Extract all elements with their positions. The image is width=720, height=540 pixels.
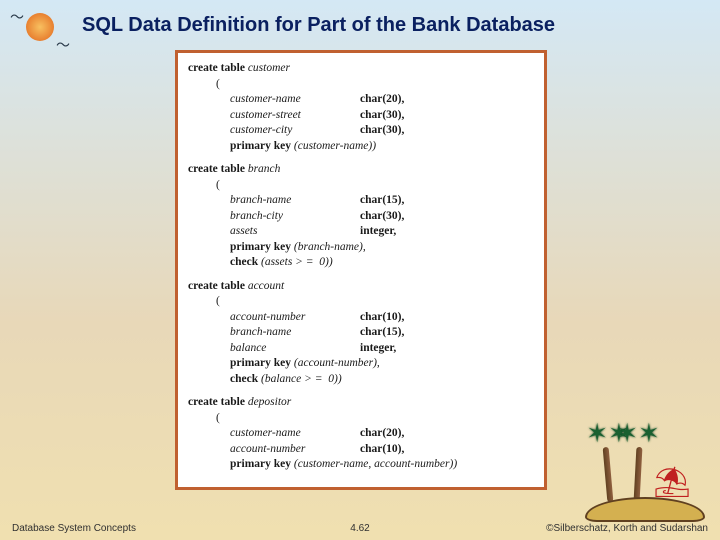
check-clause: check (balance > = 0)) [188,372,534,388]
column-type: char(30), [360,209,404,225]
column-type: char(10), [360,442,404,458]
keyword: check [230,373,261,385]
open-paren: ( [188,178,534,194]
clause-arg: (customer-name, account-number)) [294,458,457,470]
keyword: create table [188,280,248,292]
column-type: char(20), [360,426,404,442]
column-definition: balanceinteger, [188,341,534,357]
island-icon [585,497,705,522]
column-type: char(20), [360,92,404,108]
primary-key-clause: primary key (branch-name), [188,240,534,256]
open-paren: ( [188,77,534,93]
check-clause: check (assets > = 0)) [188,255,534,271]
clause-arg: (assets > = 0)) [261,256,333,268]
create-table-header: create table account [188,279,534,295]
primary-key-clause: primary key (account-number), [188,356,534,372]
column-type: integer, [360,341,396,357]
column-definition: branch-namechar(15), [188,193,534,209]
footer-left: Database System Concepts [12,523,244,534]
clause-arg: (branch-name), [294,241,366,253]
column-name: account-number [230,310,360,326]
footer-copyright: ©Silberschatz, Korth and Sudarshan [476,523,708,534]
open-paren: ( [188,411,534,427]
column-type: char(30), [360,108,404,124]
umbrella-icon: ⛱ [653,465,691,500]
column-definition: account-numberchar(10), [188,310,534,326]
column-name: balance [230,341,360,357]
bird-icon: 〜 [56,35,70,55]
keyword: create table [188,62,248,74]
primary-key-clause: primary key (customer-name)) [188,139,534,155]
table-name: customer [248,62,290,74]
column-type: integer, [360,224,396,240]
column-definition: customer-namechar(20), [188,426,534,442]
keyword: create table [188,163,248,175]
create-table-block: create table customer(customer-namechar(… [188,61,534,154]
slide-footer: Database System Concepts 4.62 ©Silbersch… [0,523,720,534]
keyword: primary key [230,458,294,470]
column-definition: customer-namechar(20), [188,92,534,108]
palm-decoration: ✶✶ ✶✶ ⛱ [575,412,705,522]
column-name: customer-name [230,426,360,442]
footer-page-number: 4.62 [244,523,476,534]
column-definition: assetsinteger, [188,224,534,240]
create-table-block: create table account(account-numberchar(… [188,279,534,388]
create-table-header: create table depositor [188,395,534,411]
create-table-header: create table customer [188,61,534,77]
column-name: branch-name [230,325,360,341]
column-definition: account-numberchar(10), [188,442,534,458]
column-definition: branch-citychar(30), [188,209,534,225]
sql-code-block: create table customer(customer-namechar(… [175,50,547,490]
corner-decoration: 〜 〜 [8,5,78,55]
column-type: char(15), [360,325,404,341]
sun-icon [26,13,54,41]
keyword: check [230,256,261,268]
primary-key-clause: primary key (customer-name, account-numb… [188,457,534,473]
keyword: create table [188,396,248,408]
column-name: branch-name [230,193,360,209]
column-name: customer-street [230,108,360,124]
column-definition: branch-namechar(15), [188,325,534,341]
column-name: customer-city [230,123,360,139]
column-definition: customer-citychar(30), [188,123,534,139]
keyword: primary key [230,357,294,369]
column-type: char(30), [360,123,404,139]
bird-icon: 〜 [10,7,24,27]
clause-arg: (balance > = 0)) [261,373,342,385]
keyword: primary key [230,241,294,253]
slide-title: SQL Data Definition for Part of the Bank… [82,14,555,37]
column-name: branch-city [230,209,360,225]
column-name: account-number [230,442,360,458]
table-name: account [248,280,284,292]
column-name: customer-name [230,92,360,108]
column-definition: customer-streetchar(30), [188,108,534,124]
keyword: primary key [230,140,294,152]
open-paren: ( [188,294,534,310]
create-table-header: create table branch [188,162,534,178]
clause-arg: (account-number), [294,357,380,369]
column-type: char(10), [360,310,404,326]
column-type: char(15), [360,193,404,209]
create-table-block: create table branch(branch-namechar(15),… [188,162,534,271]
create-table-block: create table depositor(customer-namechar… [188,395,534,473]
table-name: branch [248,163,281,175]
table-name: depositor [248,396,291,408]
column-name: assets [230,224,360,240]
clause-arg: (customer-name)) [294,140,376,152]
